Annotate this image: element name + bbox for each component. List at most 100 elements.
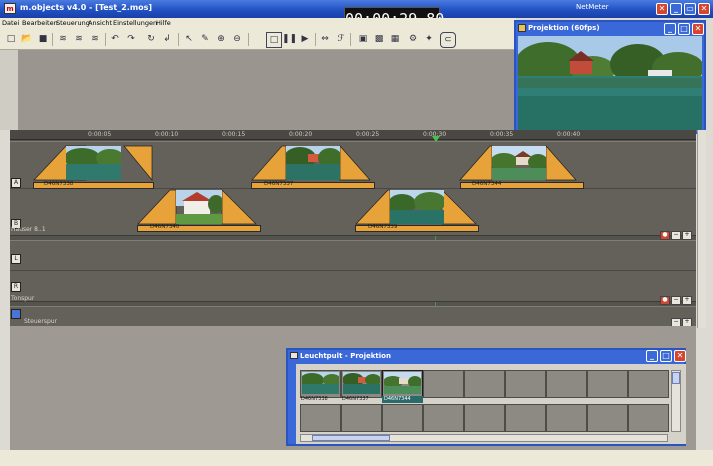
minimize-icon[interactable]: _	[670, 3, 682, 15]
lightbox-slot[interactable]	[382, 404, 423, 432]
lightbox-slot[interactable]	[423, 404, 464, 432]
lane-a-icon[interactable]: A	[11, 178, 21, 188]
lightbox-slot[interactable]	[464, 370, 505, 398]
lightbox-slot[interactable]	[505, 404, 546, 432]
tool-c-icon[interactable]: ≋	[88, 32, 102, 46]
right-channel-icon[interactable]: R	[11, 282, 21, 292]
tick-label: 0:00:25	[356, 131, 380, 138]
clip-label: D46N7337	[264, 181, 294, 187]
menu-bearbeiten[interactable]: Bearbeiten	[22, 19, 58, 27]
lightbox-slot[interactable]	[546, 370, 587, 398]
minimize-icon[interactable]: _	[646, 350, 658, 362]
tick-label: 0:00:05	[88, 131, 112, 138]
control-track-icon[interactable]	[11, 309, 21, 319]
tool-a-icon[interactable]: ≋	[56, 32, 70, 46]
menu-hilfe[interactable]: Hilfe	[156, 19, 171, 27]
clip-label: D46N7344	[472, 181, 502, 187]
tool-b-icon[interactable]: ≋	[72, 32, 86, 46]
slot-label: D46N7338	[301, 396, 328, 402]
step-icon[interactable]: ⇔	[318, 32, 332, 46]
time-ruler[interactable]: 0:00:05 0:00:10 0:00:15 0:00:20 0:00:25 …	[10, 130, 696, 140]
maximize-icon[interactable]: □	[678, 23, 690, 35]
maximize-icon[interactable]: □	[660, 350, 672, 362]
menu-ansicht[interactable]: Ansicht	[88, 19, 112, 27]
pen-icon[interactable]: ✎	[198, 32, 212, 46]
clip-label: D46N7340	[150, 224, 180, 230]
close-icon[interactable]: ✕	[698, 3, 710, 15]
tools-icon[interactable]: ✦	[422, 32, 436, 46]
lightbox-slot[interactable]	[464, 404, 505, 432]
expand-icon[interactable]: +	[682, 296, 692, 305]
lightbox-slot[interactable]	[505, 370, 546, 398]
lightbox-slot[interactable]	[587, 370, 628, 398]
scroll-thumb[interactable]	[312, 435, 390, 441]
new-icon[interactable]: □	[4, 32, 18, 46]
stop-icon[interactable]: □	[266, 32, 282, 48]
open-icon[interactable]: 📂	[20, 32, 34, 46]
play-icon[interactable]: ▶	[298, 32, 312, 46]
screen-b-icon[interactable]: ▩	[372, 32, 386, 46]
lightbox-slot[interactable]	[300, 370, 341, 398]
lightbox-slot[interactable]	[628, 370, 669, 398]
lightbox-slot[interactable]	[546, 404, 587, 432]
close-icon[interactable]: ✕	[674, 350, 686, 362]
redo-icon[interactable]: ↷	[124, 32, 138, 46]
control-track[interactable]	[10, 306, 696, 328]
restore-icon[interactable]: ▭	[684, 3, 696, 15]
clip-label: D46N7339	[368, 224, 398, 230]
collapse-icon[interactable]: −	[671, 296, 681, 305]
lightbox-slot[interactable]	[341, 404, 382, 432]
zoom-in-icon[interactable]: ⊕	[214, 32, 228, 46]
save-icon[interactable]: ■	[36, 32, 50, 46]
lane-divider	[10, 270, 696, 271]
sound-track[interactable]	[10, 240, 696, 302]
close-icon[interactable]: ✕	[656, 3, 668, 15]
loop-icon[interactable]: ↻	[144, 32, 158, 46]
close-icon[interactable]: ✕	[692, 23, 704, 35]
scroll-thumb[interactable]	[672, 372, 680, 384]
menu-einstellungen[interactable]: Einstellungen	[113, 19, 157, 27]
screen-a-icon[interactable]: ▣	[356, 32, 370, 46]
undo-icon[interactable]: ↶	[108, 32, 122, 46]
tick-label: 0:00:20	[289, 131, 313, 138]
lightbox-grid: D46N7338 D46N7337 D46N7344	[296, 364, 686, 444]
link-icon[interactable]: ⊂	[440, 32, 456, 48]
lightbox-slot[interactable]	[587, 404, 628, 432]
slot-label: D46N7337	[342, 396, 369, 402]
tick-label: 0:00:35	[490, 131, 514, 138]
marker-icon[interactable]: ℱ	[334, 32, 348, 46]
table-icon[interactable]: ▦	[388, 32, 402, 46]
zoom-out-icon[interactable]: ⊖	[230, 32, 244, 46]
lightbox-slot[interactable]	[628, 404, 669, 432]
clip-thumbnail[interactable]	[388, 190, 446, 224]
collapse-icon[interactable]: −	[671, 231, 681, 240]
menu-datei[interactable]: Datei	[2, 19, 19, 27]
netmeter-label: NetMeter	[576, 3, 609, 11]
toolbar: □ 📂 ■ ≋ ≋ ≋ ↶ ↷ ↻ ↲ ↖ ✎ ⊕ ⊖ □ ❚❚ ▶ ⇔ ℱ ▣…	[0, 29, 516, 50]
projection-image	[518, 36, 702, 130]
status-bar	[0, 450, 713, 466]
cursor-icon[interactable]: ↖	[182, 32, 196, 46]
clip-thumbnail[interactable]	[284, 146, 342, 180]
tick-label: 0:00:40	[557, 131, 581, 138]
menu-steuerung[interactable]: Steuerung	[56, 19, 90, 27]
clip-thumbnail[interactable]	[176, 190, 224, 224]
left-channel-icon[interactable]: L	[11, 254, 21, 264]
app-icon[interactable]: m	[4, 3, 16, 14]
record-icon[interactable]: ●	[660, 231, 670, 240]
lightbox-title: Leuchtpult - Projektion	[300, 352, 391, 360]
clip-thumbnail[interactable]	[490, 146, 548, 180]
lightbox-slot[interactable]	[341, 370, 382, 398]
expand-icon[interactable]: +	[682, 231, 692, 240]
pause-icon[interactable]: ❚❚	[282, 32, 297, 46]
window-icon	[518, 24, 526, 32]
return-icon[interactable]: ↲	[160, 32, 174, 46]
lightbox-slot[interactable]	[382, 370, 423, 398]
lightbox-slot[interactable]	[300, 404, 341, 432]
settings-icon[interactable]: ⚙	[406, 32, 420, 46]
record-icon[interactable]: ●	[660, 296, 670, 305]
vertical-scrollbar[interactable]	[697, 130, 706, 328]
clip-thumbnail[interactable]	[64, 146, 124, 180]
minimize-icon[interactable]: _	[664, 23, 676, 35]
lightbox-slot[interactable]	[423, 370, 464, 398]
